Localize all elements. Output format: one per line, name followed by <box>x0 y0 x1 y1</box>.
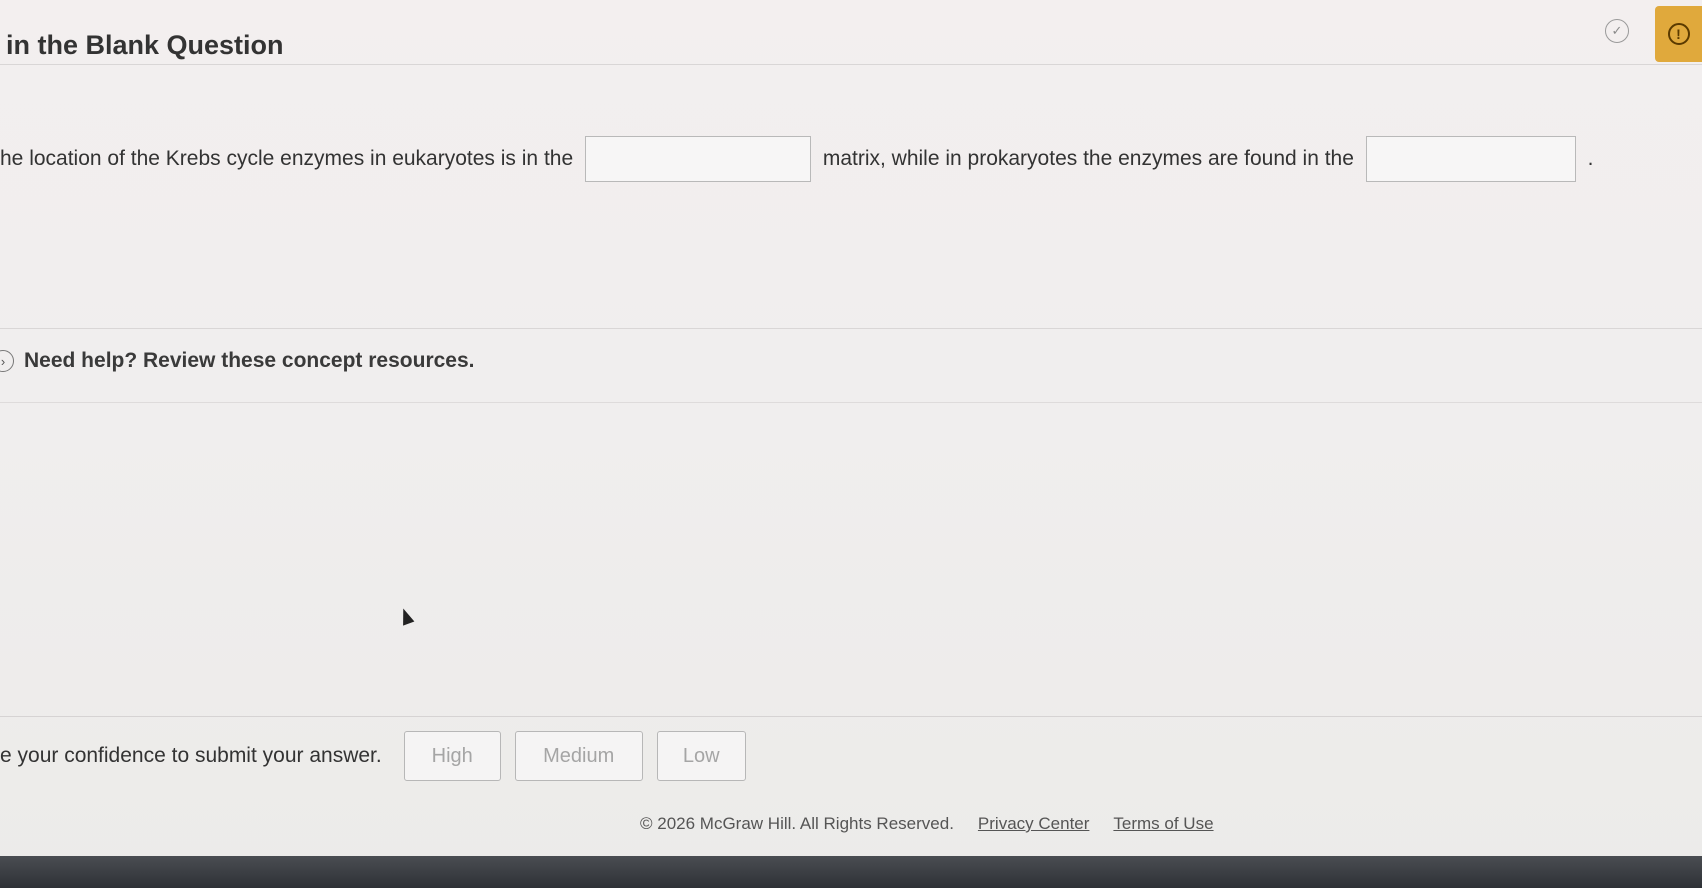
privacy-center-link[interactable]: Privacy Center <box>978 814 1089 834</box>
blank-input-1[interactable] <box>584 136 811 182</box>
question-part-2: matrix, while in prokaryotes the enzymes… <box>822 147 1354 170</box>
help-toggle[interactable]: › Need help? Review these concept resour… <box>0 346 475 376</box>
confidence-medium-button[interactable]: Medium <box>514 731 643 781</box>
alert-button[interactable]: ! <box>1655 6 1702 62</box>
chevron-right-circle-icon: › <box>0 350 14 372</box>
blank-input-2[interactable] <box>1365 136 1576 182</box>
question-part-1: he location of the Krebs cycle enzymes i… <box>0 147 574 170</box>
screen-bezel <box>0 856 1702 888</box>
page-title: in the Blank Question <box>6 30 284 60</box>
footer: © 2026 McGraw Hill. All Rights Reserved.… <box>640 814 1214 834</box>
mouse-cursor-icon <box>397 606 415 626</box>
confidence-row: e your confidence to submit your answer.… <box>0 730 760 782</box>
exclamation-circle-icon: ! <box>1667 23 1690 45</box>
section-divider <box>0 328 1702 329</box>
help-text: Need help? Review these concept resource… <box>24 349 475 372</box>
question-part-3: . <box>1587 147 1594 170</box>
confidence-prompt: e your confidence to submit your answer. <box>0 744 382 767</box>
copyright-text: © 2026 McGraw Hill. All Rights Reserved. <box>640 814 954 833</box>
section-divider <box>0 402 1702 403</box>
check-circle-icon[interactable]: ✓ <box>1605 19 1629 43</box>
confidence-low-button[interactable]: Low <box>656 731 746 781</box>
terms-of-use-link[interactable]: Terms of Use <box>1113 814 1213 834</box>
section-divider <box>0 716 1702 717</box>
question-text: he location of the Krebs cycle enzymes i… <box>0 136 1702 182</box>
header-divider <box>0 64 1702 65</box>
confidence-high-button[interactable]: High <box>403 731 501 781</box>
